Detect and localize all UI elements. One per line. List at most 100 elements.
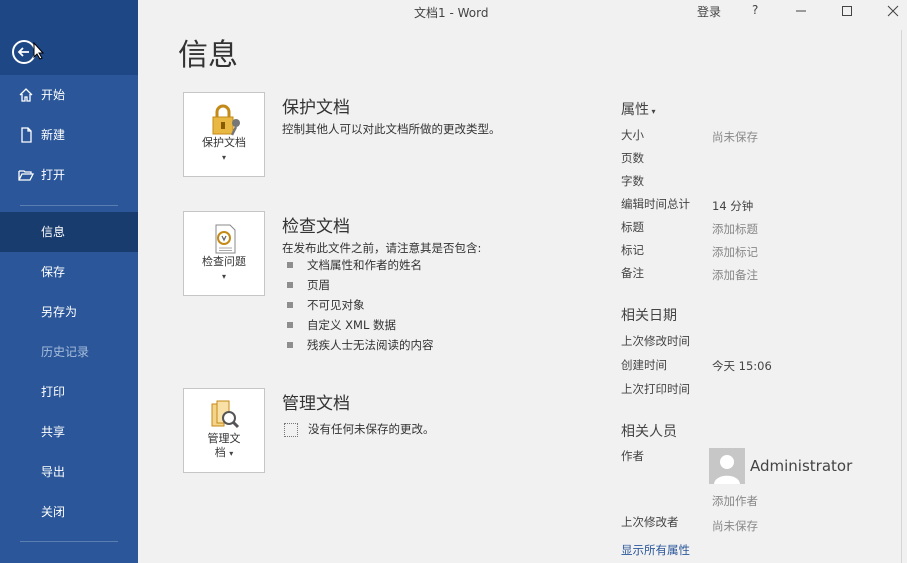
- sidebar-item-save-as[interactable]: 另存为: [0, 292, 138, 332]
- manage-document-button[interactable]: 管理文 档 ▾: [183, 388, 265, 473]
- close-window-button[interactable]: [873, 0, 907, 24]
- mouse-cursor-icon: [33, 42, 45, 60]
- manage-document-icon: [211, 400, 240, 429]
- chevron-down-icon: ▾: [221, 153, 226, 162]
- tags-field[interactable]: 添加标记: [712, 244, 758, 260]
- inspect-document-icon: [215, 224, 236, 254]
- page-title: 信息: [178, 38, 238, 73]
- minimize-icon: [796, 10, 806, 12]
- chevron-down-icon: ▾: [649, 107, 656, 116]
- protect-description: 控制其他人可以对此文档所做的更改类型。: [282, 122, 501, 136]
- minimize-button[interactable]: [781, 0, 821, 24]
- tile-label: 管理文: [207, 432, 241, 445]
- bullet-icon: [287, 262, 293, 268]
- tile-label: 保护文档: [202, 136, 246, 149]
- help-button[interactable]: ?: [752, 3, 758, 17]
- back-row: [0, 0, 138, 75]
- sidebar-item-label: 打开: [41, 168, 66, 182]
- sidebar-item-label: 保存: [41, 265, 66, 279]
- sidebar-item-label: 共享: [41, 425, 66, 439]
- sidebar-item-new[interactable]: 新建: [0, 115, 138, 155]
- title-field[interactable]: 添加标题: [712, 221, 758, 237]
- author-name[interactable]: Administrator: [750, 457, 852, 475]
- list-item: 残疾人士无法阅读的内容: [287, 338, 434, 358]
- close-icon: [887, 5, 899, 17]
- sidebar-item-export[interactable]: 导出: [0, 452, 138, 492]
- new-doc-icon: [21, 127, 32, 143]
- prop-value: 尚未保存: [712, 519, 758, 533]
- prop-label: 创建时间: [621, 358, 667, 372]
- bullet-icon: [287, 342, 293, 348]
- list-item: 不可见对象: [287, 298, 434, 318]
- list-item-text: 不可见对象: [307, 298, 365, 312]
- prop-label: 上次修改者: [621, 515, 679, 529]
- protect-title: 保护文档: [282, 98, 350, 118]
- prop-label: 标题: [621, 220, 644, 234]
- list-item: 自定义 XML 数据: [287, 318, 434, 338]
- add-author-link[interactable]: 添加作者: [712, 493, 758, 509]
- inspect-title: 检查文档: [282, 217, 350, 237]
- prop-label: 字数: [621, 174, 644, 188]
- sidebar-item-save[interactable]: 保存: [0, 252, 138, 292]
- window-title: 文档1 - Word: [414, 6, 489, 20]
- list-item: 页眉: [287, 278, 434, 298]
- check-issues-button[interactable]: 检查问题 ▾: [183, 211, 265, 296]
- scrollbar[interactable]: [901, 30, 907, 563]
- bullet-icon: [287, 302, 293, 308]
- related-dates-header: 相关日期: [621, 308, 677, 324]
- sidebar-item-label: 打印: [41, 385, 66, 399]
- manage-description: 没有任何未保存的更改。: [308, 422, 435, 436]
- prop-label: 标记: [621, 243, 644, 257]
- sidebar-item-info[interactable]: 信息: [0, 212, 138, 252]
- prop-value: 今天 15:06: [712, 359, 772, 373]
- sidebar-item-open[interactable]: 打开: [0, 155, 138, 195]
- sidebar-item-print[interactable]: 打印: [0, 372, 138, 412]
- list-item-text: 页眉: [307, 278, 330, 292]
- document-status-icon: [284, 422, 298, 437]
- sidebar-item-history: 历史记录: [0, 332, 138, 372]
- sidebar-item-close[interactable]: 关闭: [0, 492, 138, 532]
- lock-key-icon: [212, 104, 240, 136]
- sidebar-item-label: 导出: [41, 465, 66, 479]
- comments-field[interactable]: 添加备注: [712, 267, 758, 283]
- prop-label: 编辑时间总计: [621, 197, 690, 211]
- bullet-icon: [287, 322, 293, 328]
- protect-document-button[interactable]: 保护文档 ▾: [183, 92, 265, 177]
- prop-label: 大小: [621, 128, 644, 142]
- prop-value: 14 分钟: [712, 199, 754, 213]
- sidebar-divider: [20, 541, 118, 542]
- avatar: [709, 448, 745, 484]
- person-icon: [714, 455, 740, 484]
- sidebar-top-nav: 开始 新建 打开: [0, 75, 138, 195]
- list-item: 文档属性和作者的姓名: [287, 258, 434, 278]
- prop-label: 上次打印时间: [621, 382, 690, 396]
- sidebar-item-home[interactable]: 开始: [0, 75, 138, 115]
- sidebar-item-share[interactable]: 共享: [0, 412, 138, 452]
- sidebar-main-nav: 信息 保存 另存为 历史记录 打印 共享 导出 关闭: [0, 212, 138, 532]
- chevron-down-icon: ▾: [229, 449, 234, 458]
- show-all-properties-link[interactable]: 显示所有属性: [621, 542, 690, 558]
- tile-label-line2: 档 ▾: [184, 446, 264, 460]
- sidebar-item-label: 另存为: [41, 305, 78, 319]
- maximize-icon: [842, 6, 852, 16]
- inspect-bullet-list: 文档属性和作者的姓名 页眉 不可见对象 自定义 XML 数据 残疾人士无法阅读的…: [287, 258, 434, 358]
- prop-label: 上次修改时间: [621, 334, 690, 348]
- home-icon: [19, 88, 33, 102]
- properties-dropdown[interactable]: 属性 ▾: [621, 99, 656, 119]
- sidebar-item-account[interactable]: 帐户: [0, 550, 138, 563]
- sidebar-divider: [20, 205, 118, 206]
- maximize-button[interactable]: [827, 0, 867, 24]
- list-item-text: 残疾人士无法阅读的内容: [307, 338, 434, 352]
- inspect-description: 在发布此文件之前，请注意其是否包含:: [282, 241, 482, 255]
- backstage-sidebar: 开始 新建 打开 信息 保存 另存为 历史记录 打印 共享 导出 关闭 帐户: [0, 0, 138, 563]
- signin-link[interactable]: 登录: [697, 3, 721, 20]
- sidebar-item-label: 开始: [41, 88, 66, 102]
- sidebar-item-label: 信息: [41, 225, 66, 239]
- back-arrow-icon: [17, 47, 29, 57]
- tile-label: 档: [214, 446, 226, 459]
- prop-label: 备注: [621, 266, 644, 280]
- sidebar-item-label: 历史记录: [41, 345, 90, 359]
- sidebar-item-label: 关闭: [41, 505, 66, 519]
- manage-status-row: 没有任何未保存的更改。: [284, 421, 435, 437]
- bullet-icon: [287, 282, 293, 288]
